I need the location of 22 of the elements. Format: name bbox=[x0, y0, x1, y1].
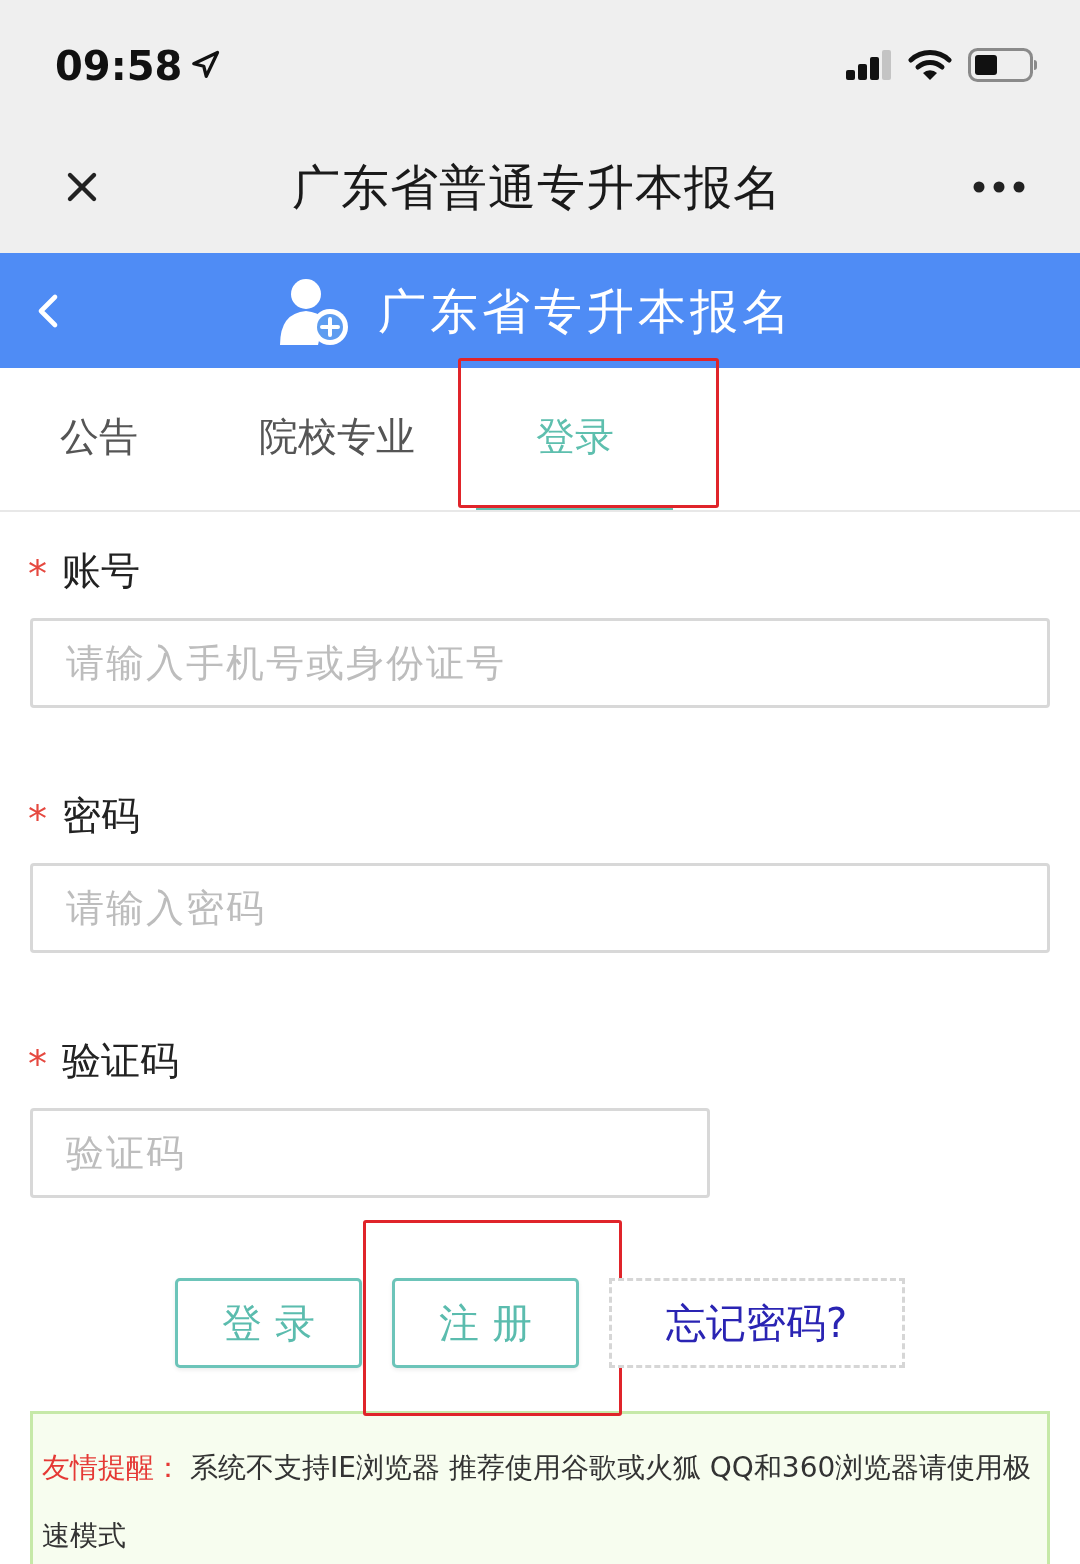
required-asterisk: * bbox=[28, 796, 48, 839]
input-field[interactable]: 验证码 bbox=[30, 1108, 710, 1198]
input-field[interactable]: 请输入手机号或身份证号 bbox=[30, 618, 1050, 708]
notice-message: 友情提醒： 系统不支持IE浏览器 推荐使用谷歌或火狐 QQ和360浏览器请使用极速模式 bbox=[42, 1450, 1033, 1554]
battery-icon bbox=[968, 48, 1038, 82]
page-title: 广东省普通专升本报名 bbox=[292, 157, 782, 217]
status-time: 09:58 bbox=[55, 44, 183, 88]
field-label: 验证码 bbox=[62, 1037, 179, 1085]
required-asterisk: * bbox=[28, 1041, 48, 1084]
location-arrow-icon bbox=[190, 50, 221, 80]
cellular-signal-icon bbox=[846, 50, 892, 80]
required-asterisk: * bbox=[28, 551, 48, 594]
wifi-icon bbox=[908, 49, 952, 81]
input-field[interactable]: 请输入密码 bbox=[30, 863, 1050, 953]
more-icon[interactable] bbox=[973, 180, 1025, 193]
field-label: 密码 bbox=[62, 792, 140, 840]
field-label: 账号 bbox=[62, 547, 140, 595]
tab[interactable]: 院校专业 bbox=[238, 368, 435, 510]
user-add-icon bbox=[278, 276, 348, 345]
header-title: 广东省专升本报名 bbox=[378, 281, 794, 341]
tab[interactable]: 公告 bbox=[0, 368, 197, 510]
forgot-password-link[interactable]: 忘记密码? bbox=[608, 1278, 905, 1368]
